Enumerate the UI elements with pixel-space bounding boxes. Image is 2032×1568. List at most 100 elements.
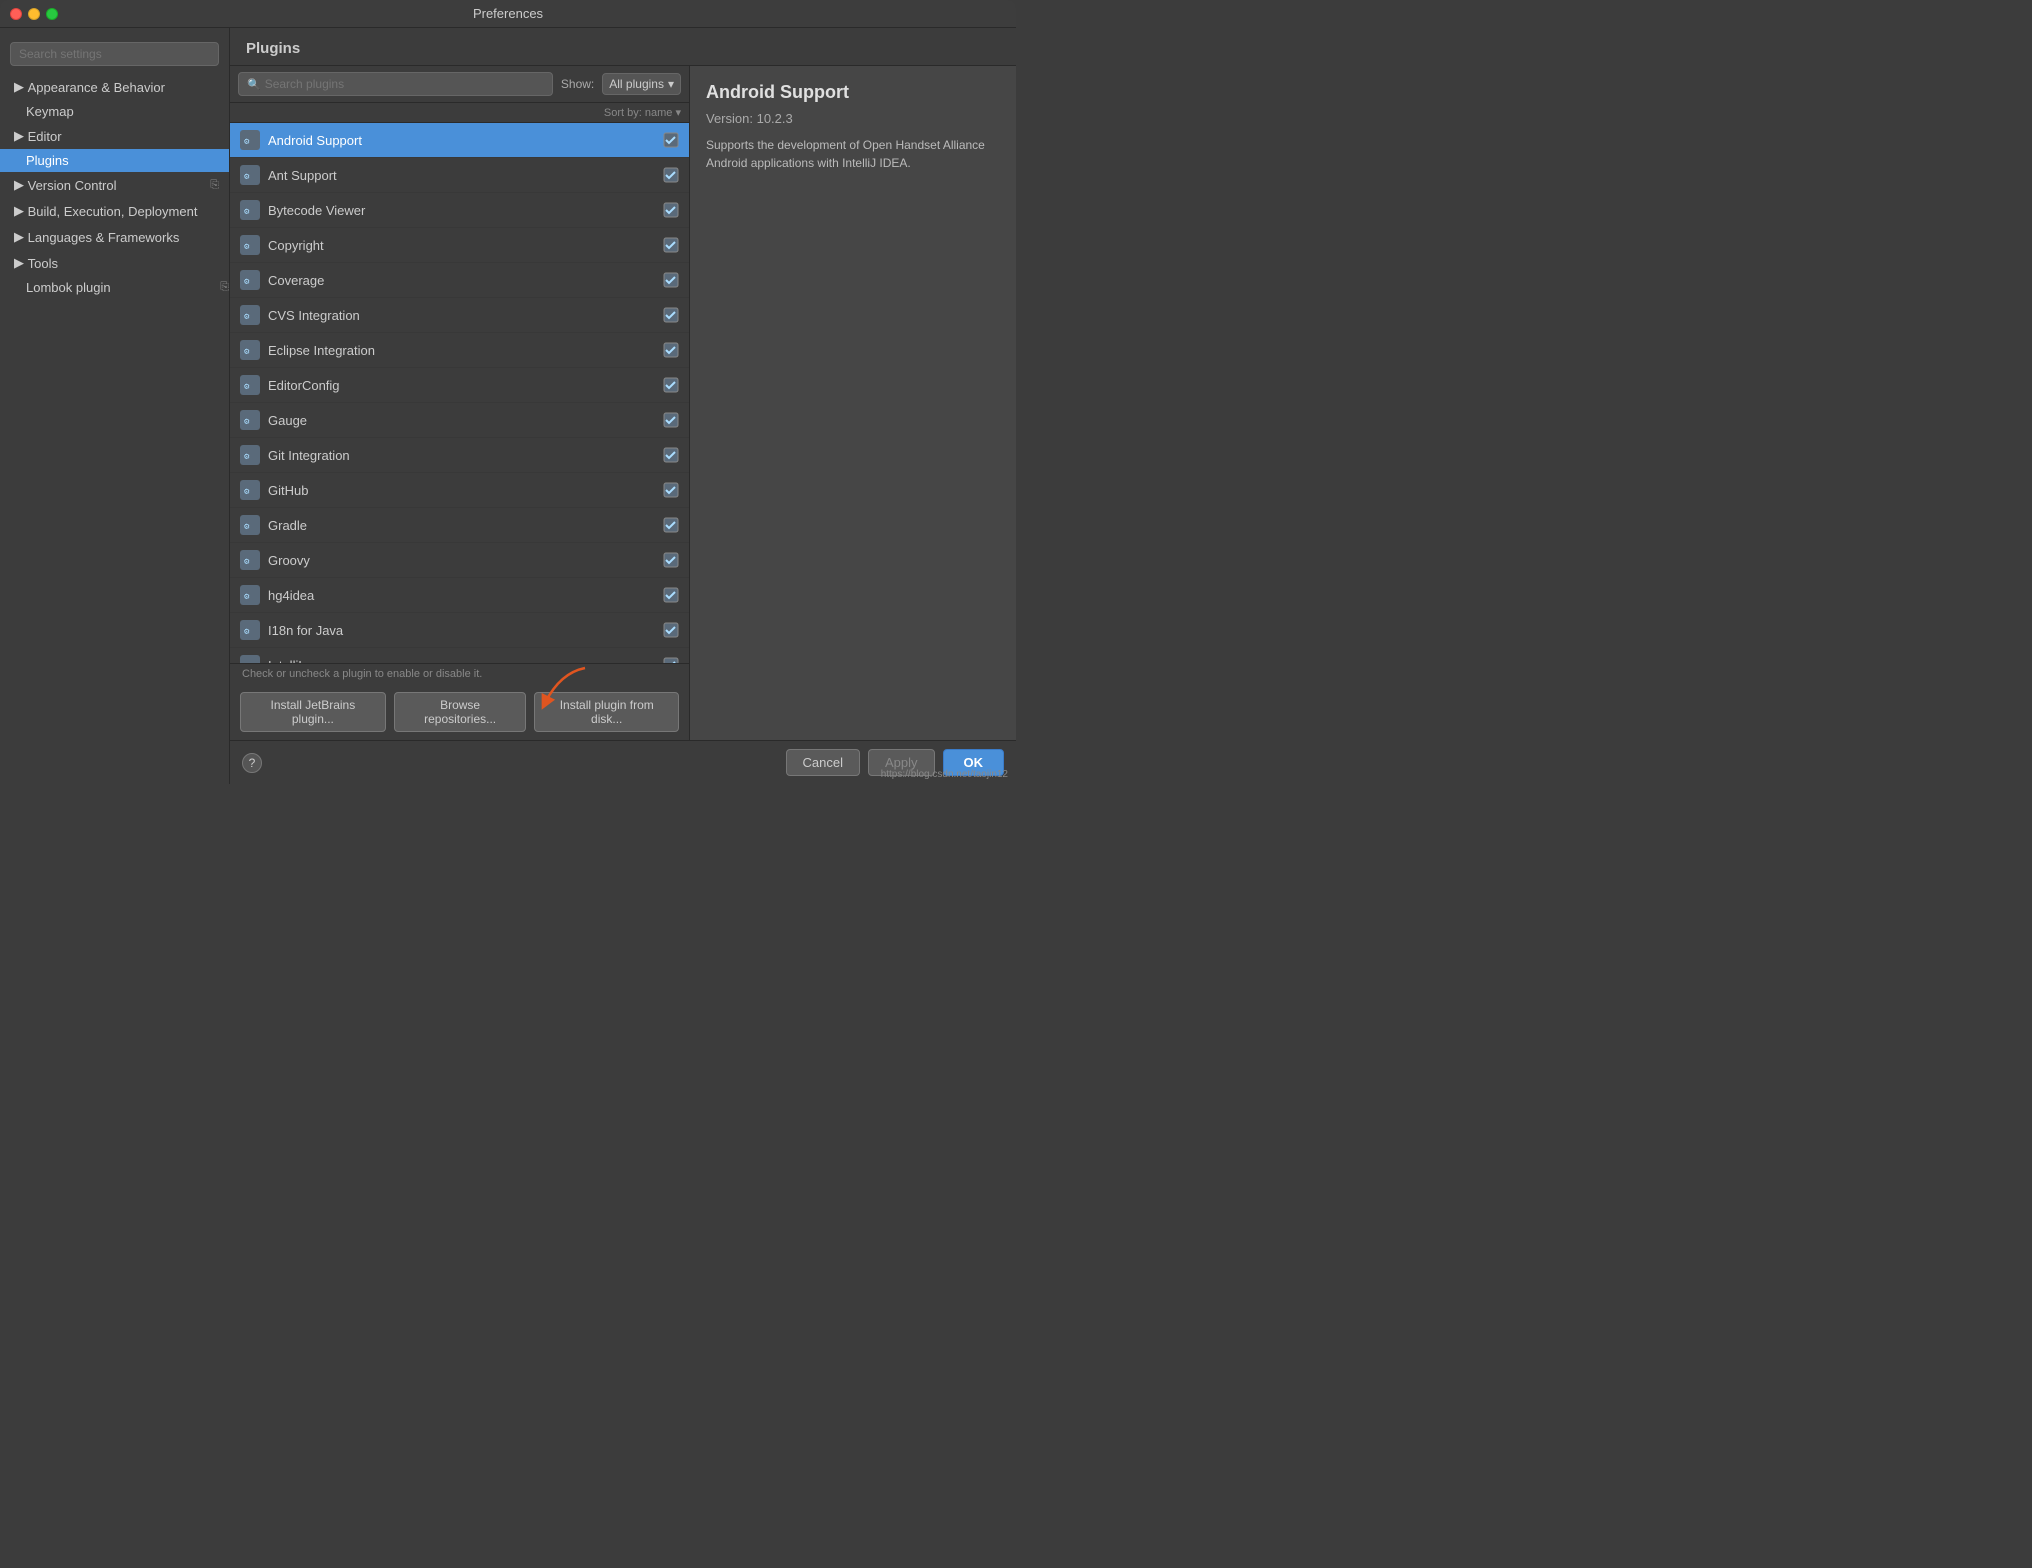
plugin-item-bytecode-viewer[interactable]: ⚙ Bytecode Viewer (230, 193, 689, 228)
plugin-item-coverage[interactable]: ⚙ Coverage (230, 263, 689, 298)
plugin-detail-description: Supports the development of Open Handset… (706, 136, 1000, 172)
plugin-item-git-integration[interactable]: ⚙ Git Integration (230, 438, 689, 473)
sidebar-item-editor[interactable]: ▶ Editor (0, 123, 229, 149)
plugin-item-eclipse-integration[interactable]: ⚙ Eclipse Integration (230, 333, 689, 368)
plugin-name-gradle: Gradle (268, 518, 663, 533)
install-from-disk-button[interactable]: Install plugin from disk... (534, 692, 679, 732)
content-main: 🔍 Show: All plugins ▾ Sort by: name ▾ (230, 66, 1016, 740)
help-button[interactable]: ? (242, 753, 262, 773)
plugin-name-i18n-java: I18n for Java (268, 623, 663, 638)
plugin-icon-bytecode-viewer: ⚙ (240, 200, 260, 220)
plugin-icon-editorconfig: ⚙ (240, 375, 260, 395)
sidebar-item-build-execution[interactable]: ▶ Build, Execution, Deployment (0, 198, 229, 224)
plugin-icon-gauge: ⚙ (240, 410, 260, 430)
plugin-item-gauge[interactable]: ⚙ Gauge (230, 403, 689, 438)
plugin-icon-i18n-java: ⚙ (240, 620, 260, 640)
plugin-checkbox-copyright[interactable] (663, 237, 679, 253)
plugin-icon-groovy: ⚙ (240, 550, 260, 570)
plugin-name-hg4idea: hg4idea (268, 588, 663, 603)
plugin-checkbox-gradle[interactable] (663, 517, 679, 533)
svg-text:⚙: ⚙ (243, 487, 250, 497)
plugin-icon-android-support: ⚙ (240, 130, 260, 150)
window-title: Preferences (473, 6, 543, 21)
svg-text:⚙: ⚙ (243, 592, 250, 602)
search-icon: 🔍 (247, 78, 261, 91)
sidebar-item-tools[interactable]: ▶ Tools (0, 250, 229, 276)
plugin-icon-hg4idea: ⚙ (240, 585, 260, 605)
show-label: Show: (561, 77, 594, 91)
svg-text:⚙: ⚙ (243, 627, 250, 637)
show-dropdown[interactable]: All plugins ▾ (602, 73, 681, 95)
close-button[interactable] (10, 8, 22, 20)
plugin-item-hg4idea[interactable]: ⚙ hg4idea (230, 578, 689, 613)
sidebar-search-input[interactable] (10, 42, 219, 66)
plugin-name-git-integration: Git Integration (268, 448, 663, 463)
sort-bar[interactable]: Sort by: name ▾ (230, 103, 689, 123)
maximize-button[interactable] (46, 8, 58, 20)
minimize-button[interactable] (28, 8, 40, 20)
svg-text:⚙: ⚙ (243, 312, 250, 322)
plugin-checkbox-ant-support[interactable] (663, 167, 679, 183)
plugin-item-ant-support[interactable]: ⚙ Ant Support (230, 158, 689, 193)
plugin-name-github: GitHub (268, 483, 663, 498)
plugin-item-intellilang[interactable]: ⚙ IntelliLang (230, 648, 689, 663)
expand-arrow-icon: ▶ (14, 203, 24, 219)
plugin-checkbox-hg4idea[interactable] (663, 587, 679, 603)
svg-text:⚙: ⚙ (243, 417, 250, 427)
plugin-name-eclipse-integration: Eclipse Integration (268, 343, 663, 358)
svg-text:⚙: ⚙ (243, 172, 250, 182)
plugin-checkbox-groovy[interactable] (663, 552, 679, 568)
plugin-item-i18n-java[interactable]: ⚙ I18n for Java (230, 613, 689, 648)
cancel-button[interactable]: Cancel (786, 749, 860, 776)
plugin-checkbox-coverage[interactable] (663, 272, 679, 288)
svg-text:⚙: ⚙ (243, 207, 250, 217)
plugin-checkbox-i18n-java[interactable] (663, 622, 679, 638)
plugin-item-android-support[interactable]: ⚙ Android Support (230, 123, 689, 158)
plugin-icon-coverage: ⚙ (240, 270, 260, 290)
plugin-icon-gradle: ⚙ (240, 515, 260, 535)
plugin-item-copyright[interactable]: ⚙ Copyright (230, 228, 689, 263)
plugin-checkbox-git-integration[interactable] (663, 447, 679, 463)
titlebar: Preferences (0, 0, 1016, 28)
plugin-checkbox-editorconfig[interactable] (663, 377, 679, 393)
plugins-header: Plugins (230, 28, 1016, 66)
plugin-icon-github: ⚙ (240, 480, 260, 500)
sidebar-item-lombok-plugin[interactable]: Lombok plugin ⎘ (0, 276, 229, 299)
plugin-item-gradle[interactable]: ⚙ Gradle (230, 508, 689, 543)
svg-text:⚙: ⚙ (243, 137, 250, 147)
sidebar-item-appearance-behavior[interactable]: ▶ Appearance & Behavior (0, 74, 229, 100)
footer-buttons: Install JetBrains plugin... Browse repos… (230, 684, 689, 740)
plugin-name-gauge: Gauge (268, 413, 663, 428)
plugin-item-editorconfig[interactable]: ⚙ EditorConfig (230, 368, 689, 403)
plugin-checkbox-android-support[interactable] (663, 132, 679, 148)
plugin-checkbox-eclipse-integration[interactable] (663, 342, 679, 358)
plugin-search-box[interactable]: 🔍 (238, 72, 553, 96)
expand-arrow-icon: ▶ (14, 79, 24, 95)
plugin-item-groovy[interactable]: ⚙ Groovy (230, 543, 689, 578)
sidebar-item-plugins[interactable]: Plugins (0, 149, 229, 172)
sidebar-item-version-control[interactable]: ▶ Version Control ⎘ (0, 172, 229, 198)
sidebar-item-keymap[interactable]: Keymap (0, 100, 229, 123)
plugin-list: ⚙ Android Support ⚙ Ant Support (230, 123, 689, 663)
plugin-list-panel: 🔍 Show: All plugins ▾ Sort by: name ▾ (230, 66, 690, 740)
svg-text:⚙: ⚙ (243, 347, 250, 357)
plugin-checkbox-gauge[interactable] (663, 412, 679, 428)
plugin-checkbox-github[interactable] (663, 482, 679, 498)
plugin-checkbox-bytecode-viewer[interactable] (663, 202, 679, 218)
plugin-detail-panel: Android Support Version: 10.2.3 Supports… (690, 66, 1016, 740)
plugin-checkbox-cvs-integration[interactable] (663, 307, 679, 323)
plugin-icon-intellilang: ⚙ (240, 655, 260, 663)
main-container: ▶ Appearance & Behavior Keymap ▶ Editor … (0, 28, 1016, 784)
svg-text:⚙: ⚙ (243, 452, 250, 462)
plugin-icon-copyright: ⚙ (240, 235, 260, 255)
sidebar-item-languages-frameworks[interactable]: ▶ Languages & Frameworks (0, 224, 229, 250)
plugin-item-github[interactable]: ⚙ GitHub (230, 473, 689, 508)
plugin-search-input[interactable] (265, 77, 544, 91)
plugin-icon-cvs-integration: ⚙ (240, 305, 260, 325)
plugin-item-cvs-integration[interactable]: ⚙ CVS Integration (230, 298, 689, 333)
install-jetbrains-button[interactable]: Install JetBrains plugin... (240, 692, 386, 732)
search-container (0, 36, 229, 74)
svg-text:⚙: ⚙ (243, 242, 250, 252)
copy-icon: ⎘ (220, 281, 229, 294)
browse-repositories-button[interactable]: Browse repositories... (394, 692, 527, 732)
